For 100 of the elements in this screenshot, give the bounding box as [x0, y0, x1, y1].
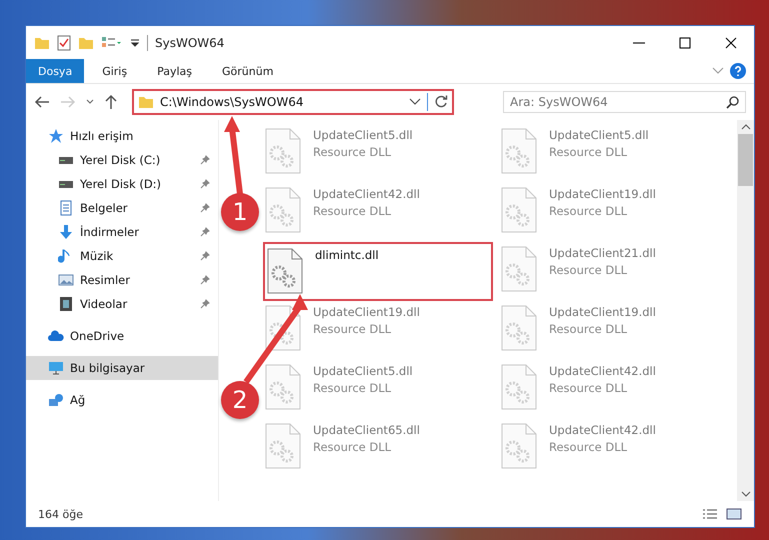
file-type: Resource DLL: [549, 440, 628, 454]
ribbon-tab[interactable]: Giriş: [90, 59, 140, 83]
settings-file-icon: [265, 187, 301, 233]
file-name: UpdateClient5.dll: [549, 128, 649, 142]
file-item[interactable]: UpdateClient19.dll Resource DLL: [263, 301, 493, 360]
down-arrow-icon: [58, 224, 74, 240]
help-icon[interactable]: [730, 63, 746, 79]
file-type: Resource DLL: [313, 440, 392, 454]
sidebar-item[interactable]: İndirmeler: [26, 220, 218, 244]
sidebar-item[interactable]: Videolar: [26, 292, 218, 316]
file-name: UpdateClient42.dll: [549, 423, 656, 437]
back-arrow-icon[interactable]: [34, 95, 50, 109]
window-title: SysWOW64: [155, 36, 224, 50]
chevron-icon[interactable]: [409, 98, 421, 106]
sidebar-item[interactable]: Yerel Disk (C:): [26, 148, 218, 172]
file-type: Resource DLL: [549, 145, 628, 159]
pin-icon[interactable]: [200, 251, 210, 261]
file-item[interactable]: UpdateClient5.dll Resource DLL: [263, 360, 493, 419]
sidebar-item[interactable]: Ağ: [26, 388, 218, 412]
monitor-icon: [48, 360, 64, 376]
document-icon: [58, 200, 74, 216]
file-item[interactable]: UpdateClient19.dll Resource DLL: [499, 301, 729, 360]
checklist-icon[interactable]: [57, 34, 71, 50]
sidebar-item[interactable]: Yerel Disk (D:): [26, 172, 218, 196]
chevron-icon[interactable]: [86, 99, 94, 105]
file-name: UpdateClient65.dll: [313, 423, 420, 437]
settings-file-icon: [501, 364, 537, 410]
item-count: 164 öğe: [38, 508, 83, 520]
pin-icon[interactable]: [200, 203, 210, 213]
sidebar-item[interactable]: OneDrive: [26, 324, 218, 348]
file-name: dlimintc.dll: [315, 248, 379, 262]
file-name: UpdateClient19.dll: [549, 187, 656, 201]
file-item[interactable]: UpdateClient42.dll Resource DLL: [499, 360, 729, 419]
file-item[interactable]: UpdateClient65.dll Resource DLL: [263, 419, 493, 478]
file-name: UpdateClient42.dll: [549, 364, 656, 378]
pin-icon[interactable]: [200, 227, 210, 237]
settings-file-icon: [265, 128, 301, 174]
close-icon: [725, 36, 737, 48]
file-item[interactable]: UpdateClient19.dll Resource DLL: [499, 183, 729, 242]
file-name: UpdateClient21.dll: [549, 246, 656, 260]
minimize-icon: [633, 42, 645, 44]
settings-file-icon: [501, 305, 537, 351]
sidebar-item[interactable]: Hızlı erişim: [26, 124, 218, 148]
star-icon: [48, 128, 64, 144]
file-type: Resource DLL: [313, 145, 392, 159]
pin-icon[interactable]: [200, 299, 210, 309]
folder-icon: [138, 95, 154, 109]
file-type: Resource DLL: [313, 204, 392, 218]
large-icons-view-icon[interactable]: [726, 508, 742, 520]
settings-file-icon: [501, 128, 537, 174]
sidebar-item[interactable]: Bu bilgisayar: [26, 356, 218, 380]
file-name: UpdateClient19.dll: [313, 305, 420, 319]
address-field[interactable]: C:\Windows\SysWOW64: [132, 89, 454, 115]
film-icon: [58, 296, 74, 312]
file-name: UpdateClient19.dll: [549, 305, 656, 319]
maximize-icon: [679, 36, 691, 48]
sidebar-item[interactable]: Belgeler: [26, 196, 218, 220]
sidebar-item[interactable]: Resimler: [26, 268, 218, 292]
file-type: Resource DLL: [549, 263, 628, 277]
file-type: Resource DLL: [549, 322, 628, 336]
up-caret-icon[interactable]: [740, 124, 750, 130]
down-caret-icon[interactable]: [740, 491, 750, 497]
file-item[interactable]: UpdateClient21.dll Resource DLL: [499, 242, 729, 301]
network-icon: [48, 392, 64, 408]
pin-icon[interactable]: [200, 155, 210, 165]
ribbon-tab[interactable]: Paylaş: [145, 59, 204, 83]
file-name: UpdateClient42.dll: [313, 187, 420, 201]
file-name: UpdateClient5.dll: [313, 364, 413, 378]
settings-file-icon: [501, 423, 537, 469]
file-type: Resource DLL: [549, 204, 628, 218]
drive-icon: [58, 156, 74, 164]
file-item[interactable]: dlimintc.dll: [263, 242, 493, 301]
properties-icon[interactable]: [101, 36, 123, 50]
settings-file-icon: [265, 423, 301, 469]
settings-file-icon: [265, 305, 301, 351]
sidebar-item[interactable]: Müzik: [26, 244, 218, 268]
pin-icon[interactable]: [200, 179, 210, 189]
refresh-icon[interactable]: [434, 95, 448, 109]
search-field[interactable]: Ara: SysWOW64: [503, 91, 746, 113]
ribbon-tab[interactable]: Dosya: [26, 59, 84, 83]
file-item[interactable]: UpdateClient5.dll Resource DLL: [499, 124, 729, 183]
settings-file-icon: [501, 187, 537, 233]
up-arrow-icon[interactable]: [104, 94, 118, 110]
file-item[interactable]: UpdateClient5.dll Resource DLL: [263, 124, 493, 183]
scrollbar-thumb[interactable]: [738, 134, 753, 186]
file-name: UpdateClient5.dll: [313, 128, 413, 142]
ribbon-tab[interactable]: Görünüm: [210, 59, 286, 83]
file-item[interactable]: UpdateClient42.dll Resource DLL: [499, 419, 729, 478]
pin-icon[interactable]: [200, 275, 210, 285]
settings-file-icon: [501, 246, 537, 292]
dropdown-icon[interactable]: [130, 36, 140, 48]
file-type: Resource DLL: [313, 381, 392, 395]
settings-file-icon: [267, 248, 303, 294]
file-item[interactable]: UpdateClient42.dll Resource DLL: [263, 183, 493, 242]
file-type: Resource DLL: [549, 381, 628, 395]
picture-icon: [58, 272, 74, 288]
search-icon[interactable]: [726, 96, 739, 109]
file-type: Resource DLL: [313, 322, 392, 336]
details-view-icon[interactable]: [702, 508, 718, 520]
scrollbar[interactable]: [737, 120, 754, 501]
